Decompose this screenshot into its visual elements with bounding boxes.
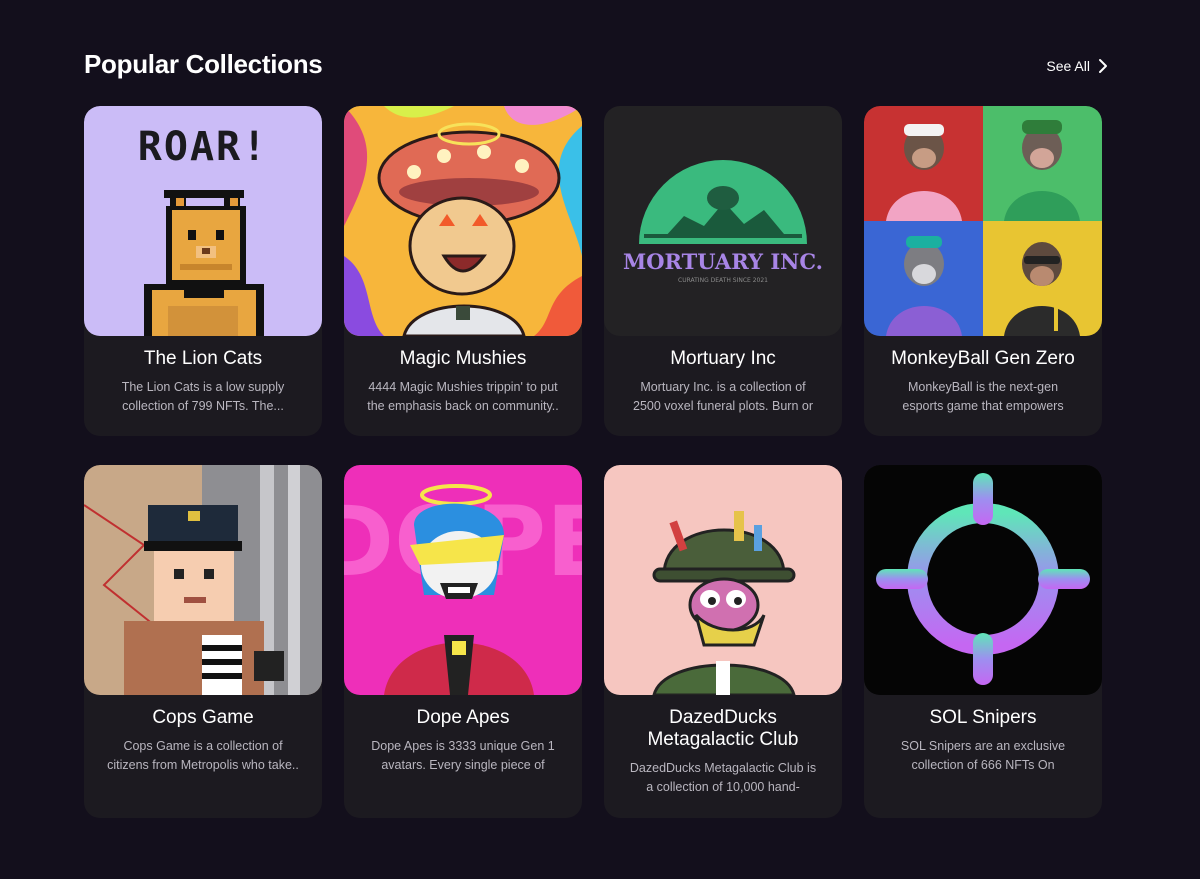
collection-card-cops-game[interactable]: Cops Game Cops Game is a collection of c…: [84, 465, 322, 818]
dope-ape-art: DOPE: [344, 465, 582, 695]
collection-card-mortuary-inc[interactable]: MORTUARY INC. CURATING DEATH SINCE 2021 …: [604, 106, 842, 436]
collection-image: [864, 106, 1102, 336]
collection-description: 4444 Magic Mushies trippin' to put the e…: [367, 380, 559, 413]
collection-image: ROAR!: [84, 106, 322, 336]
collection-image: DOPE: [344, 465, 582, 695]
monkey-grid-art: [864, 106, 1102, 336]
collection-image: [604, 465, 842, 695]
svg-text:MORTUARY INC.: MORTUARY INC.: [623, 249, 823, 274]
collection-name: Cops Game: [152, 707, 254, 728]
collection-card-sol-snipers[interactable]: SOL Snipers SOL Snipers are an exclusive…: [864, 465, 1102, 818]
pixel-cop-art: [84, 465, 322, 695]
mushroom-character-art: [344, 106, 582, 336]
collection-description: Cops Game is a collection of citizens fr…: [107, 739, 299, 772]
collection-description: DazedDucks Metagalactic Club is a collec…: [629, 761, 817, 794]
lion-cat-pixel-art: ROAR!: [84, 106, 322, 336]
see-all-label: See All: [1046, 58, 1090, 74]
collection-image: [84, 465, 322, 695]
collection-description: MonkeyBall is the next-gen esports game …: [902, 380, 1064, 413]
collection-card-dazedducks[interactable]: DazedDucks Metagalactic Club DazedDucks …: [604, 465, 842, 818]
collection-name: The Lion Cats: [143, 348, 263, 369]
collection-name: Magic Mushies: [399, 348, 527, 369]
crosshair-logo: [864, 465, 1102, 695]
svg-text:ROAR!: ROAR!: [138, 124, 268, 170]
collection-name: SOL Snipers: [929, 707, 1037, 728]
collection-name: DazedDucks Metagalactic Club: [647, 707, 799, 750]
collection-image: [344, 106, 582, 336]
mortuary-logo: MORTUARY INC. CURATING DEATH SINCE 2021: [604, 106, 842, 336]
collection-description: The Lion Cats is a low supply collection…: [121, 380, 285, 413]
collection-description: Mortuary Inc. is a collection of 2500 vo…: [633, 380, 813, 413]
chevron-right-icon: [1099, 59, 1107, 73]
collection-name: MonkeyBall Gen Zero: [891, 348, 1075, 369]
svg-text:CURATING DEATH SINCE 2021: CURATING DEATH SINCE 2021: [678, 277, 768, 284]
collection-name: Dope Apes: [416, 707, 510, 728]
duck-helmet-art: [604, 465, 842, 695]
collection-image: MORTUARY INC. CURATING DEATH SINCE 2021: [604, 106, 842, 336]
collection-card-dope-apes[interactable]: DOPE Dope Apes Dope Apes is 3333 unique …: [344, 465, 582, 818]
collection-card-magic-mushies[interactable]: Magic Mushies 4444 Magic Mushies trippin…: [344, 106, 582, 436]
collection-description: Dope Apes is 3333 unique Gen 1 avatars. …: [371, 739, 555, 772]
collection-card-monkeyball-gen-zero[interactable]: MonkeyBall Gen Zero MonkeyBall is the ne…: [864, 106, 1102, 436]
collection-name: Mortuary Inc: [670, 348, 776, 369]
collection-card-the-lion-cats[interactable]: ROAR! The Lion Cats The Lion Cats is a l…: [84, 106, 322, 436]
section-header: Popular Collections See All: [84, 48, 1108, 88]
collection-description: SOL Snipers are an exclusive collection …: [900, 739, 1066, 772]
see-all-link[interactable]: See All: [1046, 58, 1108, 74]
collection-image: [864, 465, 1102, 695]
section-title: Popular Collections: [84, 49, 323, 79]
